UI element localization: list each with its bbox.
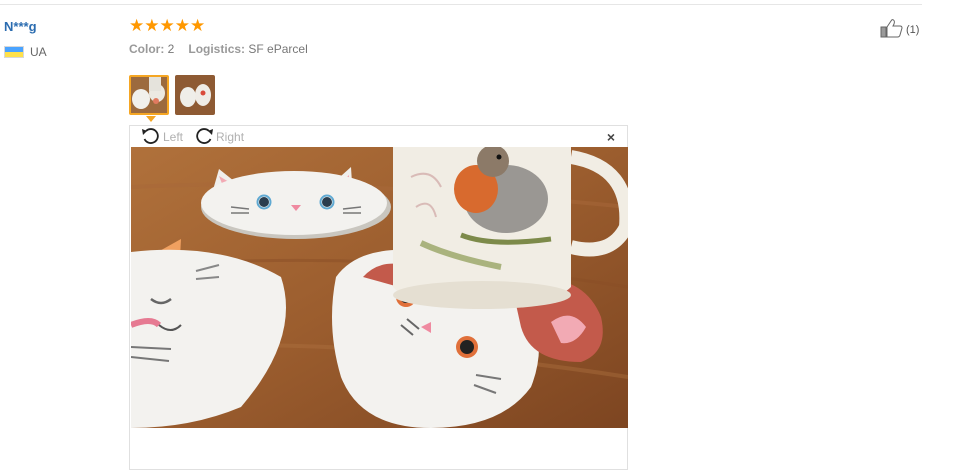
active-thumbnail-pointer (146, 116, 156, 122)
rating-stars: ★★★★★ (129, 16, 206, 35)
photo-thumbnail[interactable] (129, 75, 169, 115)
top-divider (0, 4, 922, 5)
color-value: 2 (167, 42, 175, 56)
close-icon[interactable]: × (607, 129, 615, 145)
helpful-button[interactable]: (1) (880, 18, 919, 41)
photo-thumbnails (129, 75, 215, 115)
reviewer-country: UA (4, 45, 47, 59)
rotate-left-button[interactable]: Left (140, 126, 183, 149)
rotate-right-button[interactable]: Right (193, 126, 244, 149)
review-photo (131, 147, 628, 428)
color-label: Color: (129, 42, 165, 56)
helpful-count: (1) (906, 23, 920, 36)
logistics-value: SF eParcel (248, 42, 308, 56)
reviewer-name[interactable]: N***g (4, 19, 37, 34)
viewer-toolbar: Left Right (140, 126, 244, 148)
thumbs-up-icon (880, 18, 904, 41)
logistics-label: Logistics: (188, 42, 246, 56)
rotate-left-icon (140, 126, 162, 149)
rotate-right-icon (193, 126, 215, 149)
photo-thumbnail[interactable] (175, 75, 215, 115)
order-properties: Color: 2 Logistics: SF eParcel (129, 42, 308, 56)
rotate-right-label: Right (216, 130, 245, 144)
ukraine-flag-icon (4, 46, 24, 58)
country-code: UA (30, 45, 47, 59)
photo-viewer: Left Right × (129, 125, 628, 470)
rotate-left-label: Left (163, 130, 184, 144)
